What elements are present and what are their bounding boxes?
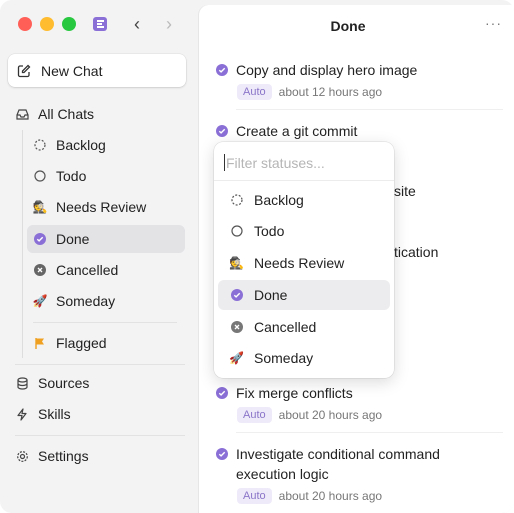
dashed-circle-icon	[33, 138, 47, 152]
task-title-fragment: tication	[394, 244, 439, 260]
status-option-needs-review[interactable]: 🕵 Needs Review	[218, 248, 390, 278]
inbox-icon	[15, 107, 29, 121]
task-title: Create a git commit	[236, 123, 358, 139]
status-option-backlog[interactable]: Backlog	[218, 185, 390, 215]
status-option-label: Cancelled	[254, 319, 317, 335]
compose-icon	[17, 64, 31, 77]
detective-icon: 🕵	[32, 199, 48, 214]
auto-badge: Auto	[237, 407, 272, 423]
status-option-cancelled[interactable]: Cancelled	[218, 312, 390, 342]
task-title-line: execution logic	[236, 466, 329, 482]
app-window: ‹ › New Chat All Chats Backlog Todo 🕵 Ne…	[0, 0, 514, 513]
x-circle-icon	[230, 321, 243, 334]
sidebar-item-label: Cancelled	[56, 262, 119, 278]
page-title: Done	[330, 18, 366, 34]
task-title-line: Investigate conditional command	[236, 446, 440, 462]
filter-placeholder: Filter statuses...	[226, 154, 325, 171]
new-chat-label: New Chat	[41, 62, 103, 79]
back-arrow-icon[interactable]: ‹	[134, 14, 140, 34]
status-option-label: Backlog	[254, 192, 304, 208]
task-title: Investigate conditional command executio…	[236, 444, 440, 484]
status-option-done[interactable]: Done	[218, 280, 390, 310]
task-title: Fix merge conflicts	[236, 385, 353, 401]
circle-icon	[230, 225, 243, 238]
divider	[15, 435, 185, 436]
status-option-label: Someday	[254, 350, 314, 366]
task-timestamp: about 20 hours ago	[278, 489, 383, 503]
sidebar-item-someday[interactable]: 🚀 Someday	[32, 287, 116, 315]
lightning-icon	[15, 407, 29, 421]
sidebar-item-flagged[interactable]: Flagged	[33, 329, 107, 357]
status-option-todo[interactable]: Todo	[218, 216, 390, 246]
task-timestamp: about 12 hours ago	[278, 85, 383, 99]
status-option-someday[interactable]: 🚀 Someday	[218, 343, 390, 373]
sidebar-item-sources[interactable]: Sources	[15, 369, 89, 397]
check-circle-icon	[230, 289, 243, 302]
filter-statuses-input[interactable]: Filter statuses...	[224, 154, 325, 171]
divider	[236, 432, 503, 433]
gear-icon	[15, 449, 29, 463]
status-option-label: Done	[254, 287, 288, 303]
task-item[interactable]: Copy and display hero image Auto about 1…	[216, 60, 506, 100]
sidebar-item-settings[interactable]: Settings	[15, 442, 89, 470]
new-chat-button[interactable]: New Chat	[8, 54, 186, 87]
close-window-button[interactable]	[18, 17, 32, 31]
auto-badge: Auto	[237, 84, 272, 100]
sidebar-item-cancelled[interactable]: Cancelled	[33, 256, 118, 284]
status-filter-dropdown: Filter statuses... Backlog Todo 🕵 Needs …	[214, 142, 394, 378]
window-controls	[18, 17, 76, 31]
flag-icon	[33, 336, 47, 350]
detective-icon: 🕵	[229, 255, 244, 270]
task-title-fragment: site	[394, 183, 416, 199]
app-logo-icon	[93, 17, 107, 31]
status-option-label: Todo	[254, 223, 285, 239]
check-circle-icon	[216, 387, 228, 399]
sidebar-item-skills[interactable]: Skills	[15, 400, 71, 428]
check-circle-icon	[216, 125, 228, 137]
sidebar-item-label: Skills	[38, 406, 71, 422]
sidebar-item-done[interactable]: Done	[27, 225, 185, 253]
sidebar-item-label: Someday	[56, 293, 116, 309]
task-item[interactable]: Investigate conditional command executio…	[216, 444, 506, 504]
divider	[15, 364, 185, 365]
divider	[236, 109, 503, 110]
sidebar-item-label: Needs Review	[56, 199, 147, 215]
divider	[214, 180, 394, 181]
more-options-icon[interactable]: ···	[485, 15, 502, 31]
sidebar-item-label: Backlog	[56, 137, 106, 153]
check-circle-icon	[216, 448, 228, 460]
forward-arrow-icon[interactable]: ›	[166, 14, 172, 34]
sidebar-item-label: Sources	[38, 375, 90, 391]
sidebar-item-label: Flagged	[56, 335, 107, 351]
task-item[interactable]: Create a git commit	[216, 121, 506, 141]
sidebar: ‹ › New Chat All Chats Backlog Todo 🕵 Ne…	[0, 0, 198, 513]
minimize-window-button[interactable]	[40, 17, 54, 31]
status-option-label: Needs Review	[254, 255, 345, 271]
sidebar-item-all-chats[interactable]: All Chats	[15, 100, 94, 128]
check-circle-icon	[33, 232, 47, 246]
x-circle-icon	[33, 263, 47, 277]
sidebar-item-label: Todo	[56, 168, 87, 184]
rocket-icon: 🚀	[32, 293, 48, 308]
task-timestamp: about 20 hours ago	[278, 408, 383, 422]
database-icon	[15, 376, 29, 390]
tree-line	[22, 130, 23, 358]
sidebar-item-backlog[interactable]: Backlog	[33, 131, 106, 159]
check-circle-icon	[216, 64, 228, 76]
task-title: Copy and display hero image	[236, 62, 418, 78]
sidebar-item-label: Done	[56, 231, 90, 247]
text-caret	[224, 154, 225, 171]
dashed-circle-icon	[230, 194, 243, 207]
zoom-window-button[interactable]	[62, 17, 76, 31]
divider	[33, 322, 177, 323]
circle-icon	[33, 169, 47, 183]
rocket-icon: 🚀	[229, 350, 244, 365]
auto-badge: Auto	[237, 488, 272, 504]
sidebar-item-label: Settings	[38, 448, 89, 464]
sidebar-item-needs-review[interactable]: 🕵 Needs Review	[32, 193, 147, 221]
sidebar-item-label: All Chats	[38, 106, 95, 122]
task-item[interactable]: Fix merge conflicts Auto about 20 hours …	[216, 383, 506, 423]
sidebar-item-todo[interactable]: Todo	[33, 162, 86, 190]
